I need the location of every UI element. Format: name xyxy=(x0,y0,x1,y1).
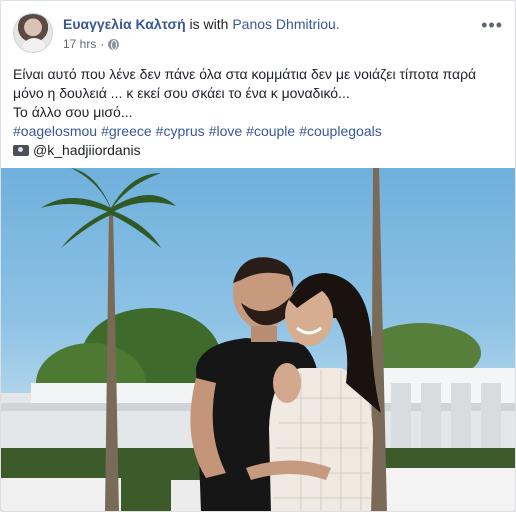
camera-icon xyxy=(13,145,29,156)
hashtag-link[interactable]: #love xyxy=(209,123,242,139)
feed-post: Ευαγγελία Καλτσή is with Panos Dhmitriou… xyxy=(0,0,516,512)
post-header: Ευαγγελία Καλτσή is with Panos Dhmitriou… xyxy=(13,13,503,57)
globe-icon xyxy=(108,38,120,50)
hashtag-link[interactable]: #couple xyxy=(246,123,295,139)
author-name-link[interactable]: Ευαγγελία Καλτσή xyxy=(63,16,186,32)
post-photo[interactable] xyxy=(1,168,515,511)
photo-scene xyxy=(1,168,515,511)
post-text-line: Είναι αυτό που λένε δεν πάνε όλα στα κομ… xyxy=(13,66,477,82)
author-avatar[interactable] xyxy=(13,13,53,53)
hashtag-link[interactable]: #greece xyxy=(101,123,152,139)
photo-credit-line: @k_hadjiiordanis xyxy=(13,141,505,160)
hashtag-list: #oagelosmou #greece #cyprus #love #couple #co… xyxy=(13,122,505,141)
post-text: Είναι αυτό που λένε δεν πάνε όλα στα κομ… xyxy=(13,65,505,160)
hashtag-link[interactable]: #oagelosmou xyxy=(13,123,97,139)
post-author-line: Ευαγγελία Καλτσή is with Panos Dhmitriou… xyxy=(63,16,340,32)
meta-separator: · xyxy=(100,37,105,51)
post-text-line: μόνο η δουλειά ... κ εκεί σου σκάει το έ… xyxy=(13,85,350,101)
post-timestamp[interactable]: 17 hrs xyxy=(63,37,96,51)
tagged-person-link[interactable]: Panos Dhmitriou. xyxy=(232,16,339,32)
post-text-line: Το άλλο σου μισό... xyxy=(13,104,133,120)
more-options-icon[interactable]: ••• xyxy=(481,15,503,36)
hashtag-link[interactable]: #couplegoals xyxy=(299,123,382,139)
with-text: is with xyxy=(189,16,229,32)
post-meta: 17 hrs · xyxy=(63,37,120,51)
hashtag-link[interactable]: #cyprus xyxy=(156,123,205,139)
photo-credit: @k_hadjiiordanis xyxy=(33,142,141,158)
